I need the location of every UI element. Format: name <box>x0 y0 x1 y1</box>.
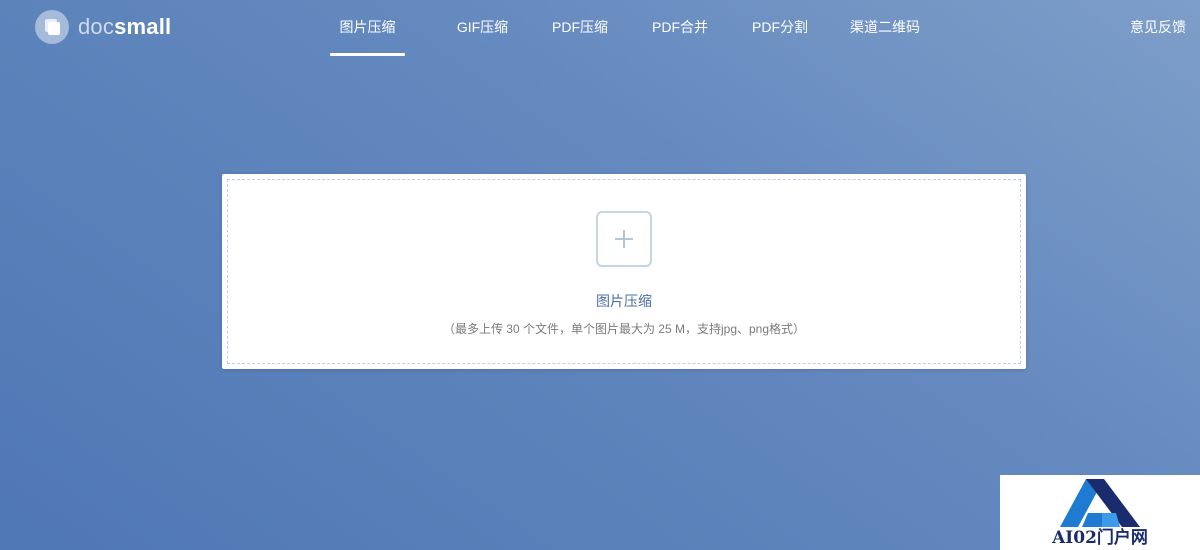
nav-item-pdf-merge[interactable]: PDF合并 <box>645 0 715 56</box>
add-file-button[interactable] <box>596 211 652 267</box>
feedback-link[interactable]: 意见反馈 <box>1130 0 1186 56</box>
logo-mark-icon <box>35 10 69 44</box>
upload-dropzone[interactable]: 图片压缩 （最多上传 30 个文件，单个图片最大为 25 M，支持jpg、png… <box>227 179 1021 364</box>
site-watermark: AI02门户网 <box>1000 475 1200 550</box>
nav-item-pdf-compress[interactable]: PDF压缩 <box>545 0 615 56</box>
nav-item-image-compress[interactable]: 图片压缩 <box>330 0 405 56</box>
top-navigation-bar: docsmall 图片压缩 GIF压缩 PDF压缩 PDF合并 PDF分割 渠道… <box>0 0 1200 56</box>
nav-item-channel-qrcode[interactable]: 渠道二维码 <box>840 0 930 56</box>
logo-text-doc: doc <box>78 14 115 39</box>
upload-title: 图片压缩 <box>596 293 652 309</box>
upload-hint: （最多上传 30 个文件，单个图片最大为 25 M，支持jpg、png格式） <box>442 322 806 336</box>
main-nav: 图片压缩 GIF压缩 PDF压缩 PDF合并 PDF分割 渠道二维码 <box>330 0 930 56</box>
logo-text-small: small <box>114 14 172 39</box>
nav-item-gif-compress[interactable]: GIF压缩 <box>445 0 520 56</box>
logo-wordmark: docsmall <box>78 10 171 44</box>
docsmall-logo[interactable]: docsmall <box>35 10 171 44</box>
watermark-text: AI02门户网 <box>1052 528 1148 548</box>
upload-card: 图片压缩 （最多上传 30 个文件，单个图片最大为 25 M，支持jpg、png… <box>222 174 1026 369</box>
nav-item-pdf-split[interactable]: PDF分割 <box>745 0 815 56</box>
watermark-logo-icon <box>1060 479 1140 527</box>
plus-icon <box>615 230 633 248</box>
